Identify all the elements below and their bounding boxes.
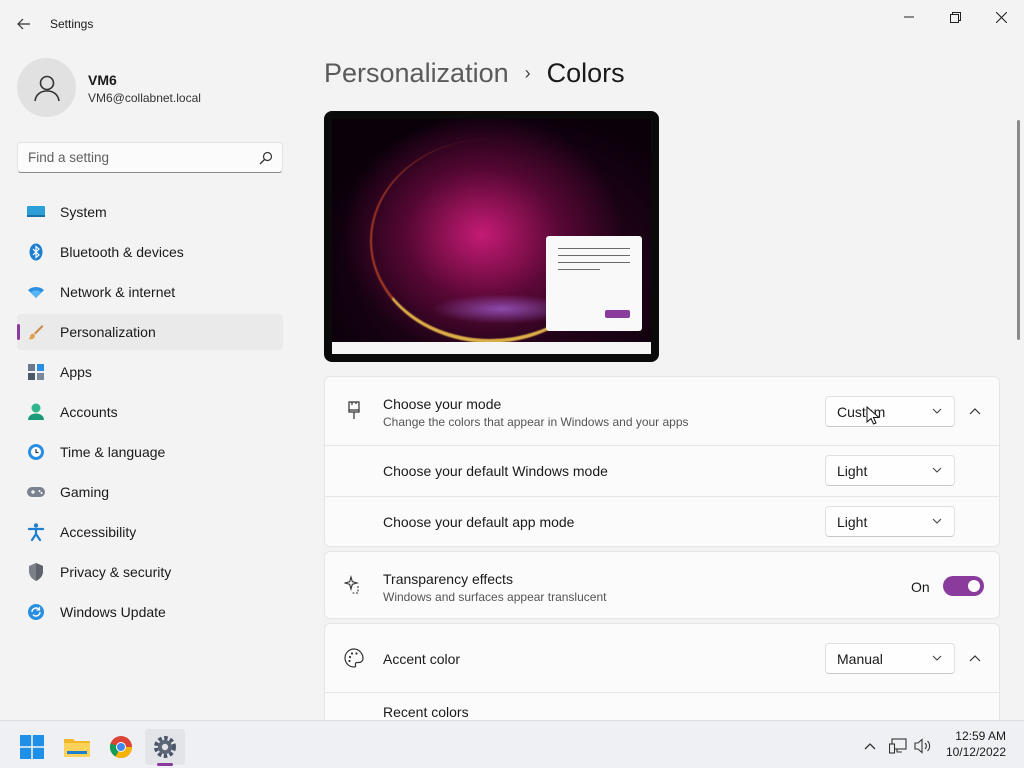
- window-title: Settings: [50, 17, 94, 31]
- sparkle-icon: [344, 575, 364, 595]
- title-bar: Settings: [0, 0, 1024, 48]
- search-icon: [259, 151, 273, 165]
- collapse-accent-button[interactable]: [965, 648, 985, 668]
- clock-time[interactable]: 12:59 AM: [940, 729, 1006, 743]
- sidebar-item-apps[interactable]: Apps: [17, 354, 283, 390]
- chevron-down-icon: [932, 467, 942, 473]
- close-button[interactable]: [978, 4, 1024, 30]
- transparency-description: Windows and surfaces appear translucent: [383, 590, 607, 604]
- start-icon: [20, 735, 44, 759]
- sidebar-item-network[interactable]: Network & internet: [17, 274, 283, 310]
- sidebar-item-system[interactable]: System: [17, 194, 283, 230]
- sidebar-nav: System Bluetooth & devices Network & int…: [17, 194, 283, 634]
- preview-accent-button: [605, 310, 630, 318]
- sidebar-item-gaming[interactable]: Gaming: [17, 474, 283, 510]
- minimize-icon: [904, 16, 914, 18]
- restore-icon: [949, 11, 961, 23]
- windows-mode-title: Choose your default Windows mode: [383, 463, 608, 479]
- transparency-state: On: [911, 579, 930, 595]
- transparency-title: Transparency effects: [383, 571, 513, 587]
- accessibility-icon: [27, 523, 45, 541]
- volume-icon: [914, 738, 931, 754]
- mode-title: Choose your mode: [383, 396, 502, 412]
- brush-icon: [27, 323, 45, 341]
- mouse-cursor-icon: [866, 406, 880, 425]
- back-button[interactable]: [12, 10, 36, 38]
- update-icon: [27, 603, 45, 621]
- app-mode-row: Choose your default app mode Light: [325, 497, 999, 547]
- network-tray-button[interactable]: [888, 736, 908, 756]
- sidebar-item-accounts[interactable]: Accounts: [17, 394, 283, 430]
- paintbrush-icon: [344, 401, 364, 421]
- recent-colors-title: Recent colors: [383, 704, 469, 720]
- close-icon: [995, 11, 1007, 23]
- app-mode-dropdown[interactable]: Light: [825, 506, 955, 537]
- start-button[interactable]: [12, 729, 52, 765]
- chrome-button[interactable]: [101, 729, 141, 765]
- system-icon: [27, 203, 45, 221]
- accent-card: Accent color Manual Recent colors: [324, 623, 1000, 720]
- chevron-down-icon: [932, 655, 942, 661]
- clock-date[interactable]: 10/12/2022: [940, 745, 1006, 759]
- sidebar-item-windows-update[interactable]: Windows Update: [17, 594, 283, 630]
- search-input[interactable]: Find a setting: [17, 142, 283, 173]
- mode-dropdown[interactable]: Custom: [825, 396, 955, 427]
- chevron-up-icon: [969, 408, 981, 415]
- sidebar-item-personalization[interactable]: Personalization: [17, 314, 283, 350]
- app-mode-title: Choose your default app mode: [383, 514, 575, 530]
- mode-row: Choose your mode Change the colors that …: [325, 377, 999, 445]
- time-language-icon: [27, 443, 45, 461]
- palette-icon: [344, 648, 364, 668]
- mode-card: Choose your mode Change the colors that …: [324, 376, 1000, 547]
- mode-description: Change the colors that appear in Windows…: [383, 415, 689, 429]
- back-arrow-icon: [17, 18, 30, 30]
- collapse-mode-button[interactable]: [965, 401, 985, 421]
- breadcrumb-parent[interactable]: Personalization: [324, 58, 509, 89]
- transparency-toggle[interactable]: [943, 576, 984, 596]
- user-avatar-icon: [33, 75, 60, 101]
- network-icon: [889, 738, 907, 754]
- wifi-icon: [27, 283, 45, 301]
- file-explorer-icon: [64, 739, 90, 757]
- accounts-icon: [27, 403, 45, 421]
- page-title: Colors: [546, 58, 625, 88]
- minimize-button[interactable]: [886, 4, 932, 30]
- scrollbar[interactable]: [1017, 120, 1020, 340]
- user-name: VM6: [88, 72, 117, 88]
- windows-mode-row: Choose your default Windows mode Light: [325, 446, 999, 496]
- chevron-down-icon: [932, 408, 942, 414]
- preview-taskbar: [332, 342, 651, 354]
- sidebar-item-privacy[interactable]: Privacy & security: [17, 554, 283, 590]
- settings-taskbar-button[interactable]: [145, 729, 185, 765]
- shield-icon: [27, 563, 45, 581]
- breadcrumb-separator: ›: [524, 63, 531, 83]
- sidebar-item-bluetooth[interactable]: Bluetooth & devices: [17, 234, 283, 270]
- active-app-indicator: [157, 763, 173, 766]
- taskbar: [0, 720, 1024, 768]
- accent-title: Accent color: [383, 651, 461, 667]
- windows-mode-dropdown[interactable]: Light: [825, 455, 955, 486]
- gamepad-icon: [27, 483, 45, 501]
- sidebar-item-time-language[interactable]: Time & language: [17, 434, 283, 470]
- user-email: VM6@collabnet.local: [88, 91, 201, 105]
- preview-window: [546, 236, 642, 331]
- chrome-icon: [109, 736, 132, 758]
- chevron-down-icon: [932, 518, 942, 524]
- volume-tray-button[interactable]: [913, 736, 933, 756]
- sidebar-item-accessibility[interactable]: Accessibility: [17, 514, 283, 550]
- accent-dropdown[interactable]: Manual: [825, 643, 955, 674]
- transparency-card: Transparency effects Windows and surface…: [324, 551, 1000, 619]
- chevron-up-icon: [864, 743, 876, 750]
- settings-icon: [154, 736, 176, 758]
- file-explorer-button[interactable]: [57, 729, 97, 765]
- show-hidden-icons-button[interactable]: [860, 736, 880, 756]
- restore-button[interactable]: [932, 4, 978, 30]
- breadcrumb: Personalization › Colors: [324, 58, 625, 89]
- avatar[interactable]: [17, 58, 76, 117]
- bluetooth-icon: [27, 243, 45, 261]
- apps-icon: [27, 363, 45, 381]
- search-placeholder: Find a setting: [28, 150, 110, 165]
- chevron-up-icon: [969, 655, 981, 662]
